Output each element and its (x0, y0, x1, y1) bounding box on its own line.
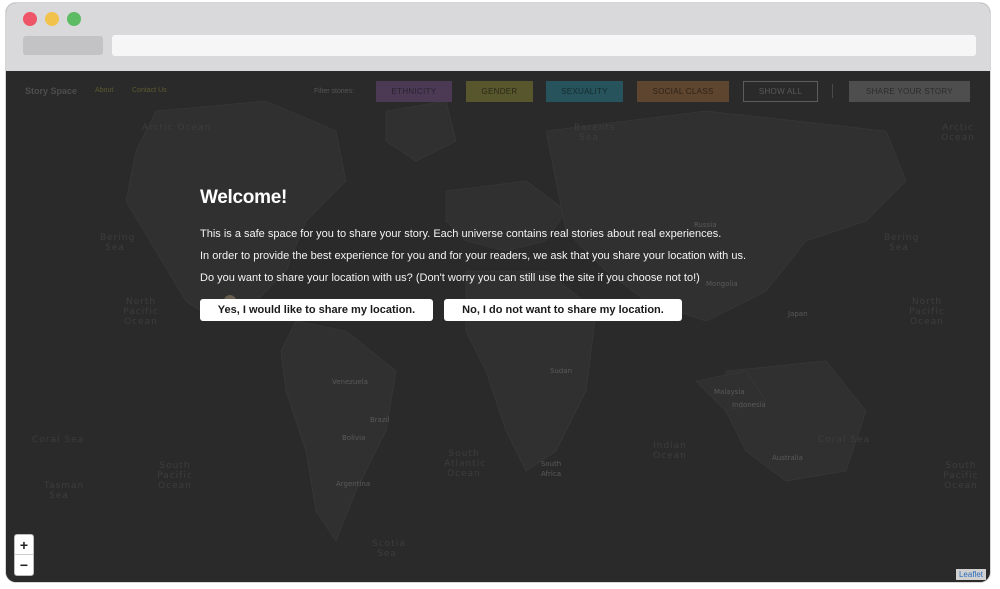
map-label: Coral Sea (32, 435, 85, 445)
minimize-window-icon[interactable] (45, 12, 59, 26)
welcome-location-request: In order to provide the best experience … (200, 250, 747, 262)
close-window-icon[interactable] (23, 12, 37, 26)
map-label: Argentina (336, 480, 371, 488)
world-map[interactable]: Arctic Ocean Arctic Ocean Barents Sea Be… (6, 71, 990, 582)
map-label: Indian Ocean (653, 441, 687, 461)
map-label: Tasman Sea (44, 481, 85, 501)
map-label: Brazil (370, 416, 390, 424)
map-label: Venezuela (332, 378, 368, 386)
leaflet-attribution-link[interactable]: Leaflet (955, 569, 986, 580)
welcome-title: Welcome! (200, 187, 287, 208)
address-bar[interactable] (112, 35, 976, 56)
map-label: North Pacific Ocean (123, 297, 159, 327)
filter-ethnicity-button[interactable]: ETHNICITY (376, 81, 452, 102)
map-label: South Pacific Ocean (157, 461, 193, 491)
map-label: Sudan (550, 367, 573, 375)
share-location-yes-button[interactable]: Yes, I would like to share my location. (200, 299, 433, 321)
map-label: Arctic Ocean (941, 123, 975, 143)
map-label: South Africa (540, 460, 562, 478)
top-navigation: Story Space About Contact Us Filter stor… (6, 81, 990, 105)
nav-link-about[interactable]: About (95, 87, 113, 94)
zoom-control: + − (14, 534, 34, 576)
share-story-button[interactable]: SHARE YOUR STORY (849, 81, 970, 102)
welcome-dialog: Welcome! This is a safe space for you to… (200, 187, 800, 321)
filter-sexuality-button[interactable]: SEXUALITY (546, 81, 623, 102)
map-label: Coral Sea (818, 435, 871, 445)
zoom-in-button[interactable]: + (15, 535, 33, 555)
map-label: South Atlantic Ocean (444, 449, 487, 479)
share-location-no-button[interactable]: No, I do not want to share my location. (444, 299, 682, 321)
browser-chrome (6, 3, 990, 71)
map-label: Indonesia (732, 401, 766, 409)
nav-divider (832, 84, 833, 98)
map-label: Barents Sea (574, 123, 616, 143)
welcome-location-question: Do you want to share your location with … (200, 272, 700, 284)
map-label: South Pacific Ocean (943, 461, 979, 491)
browser-window: Arctic Ocean Arctic Ocean Barents Sea Be… (6, 3, 990, 582)
browser-tab[interactable] (23, 36, 103, 55)
show-all-button[interactable]: SHOW ALL (743, 81, 818, 102)
map-label: Australia (772, 454, 803, 462)
filter-social-class-button[interactable]: SOCIAL CLASS (637, 81, 729, 102)
zoom-out-button[interactable]: − (15, 555, 33, 575)
map-label: Bolivia (342, 434, 366, 442)
map-label: Bering Sea (884, 233, 920, 253)
map-label: North Pacific Ocean (909, 297, 945, 327)
nav-link-contact[interactable]: Contact Us (132, 87, 167, 94)
map-label: Bering Sea (100, 233, 136, 253)
filter-label: Filter stories: (314, 88, 355, 95)
choice-buttons: Yes, I would like to share my location. … (200, 299, 800, 321)
welcome-intro: This is a safe space for you to share yo… (200, 228, 722, 240)
map-label: Arctic Ocean (142, 123, 212, 133)
map-label: Scotia Sea (372, 539, 406, 559)
filter-gender-button[interactable]: GENDER (466, 81, 533, 102)
map-label: Malaysia (714, 388, 745, 396)
maximize-window-icon[interactable] (67, 12, 81, 26)
brand-logo[interactable]: Story Space (25, 86, 77, 96)
